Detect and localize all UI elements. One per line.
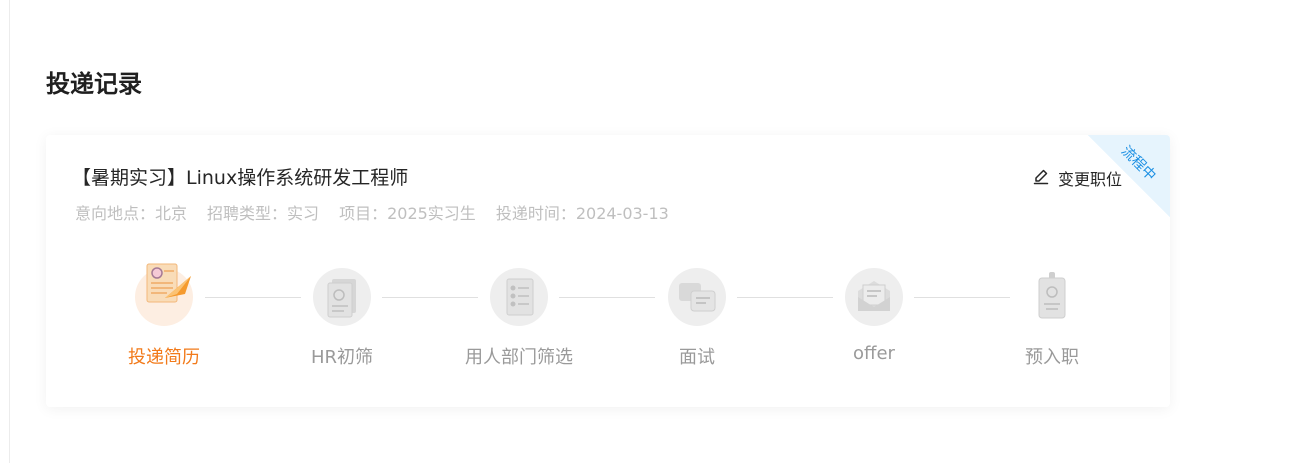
- step-submit-resume: 投递简历: [94, 263, 234, 369]
- meta-recruit-type: 招聘类型：实习: [207, 204, 320, 223]
- resume-submit-icon: [135, 263, 193, 326]
- job-meta: 意向地点：北京 招聘类型：实习 项目：2025实习生 投递时间：2024-03-…: [75, 203, 669, 225]
- interview-icon: [668, 268, 726, 326]
- offer-icon: [845, 268, 903, 326]
- step-label: HR初筛: [310, 347, 374, 368]
- meta-submit-time: 投递时间：2024-03-13: [495, 204, 669, 223]
- department-screen-icon: [490, 268, 548, 326]
- step-pre-onboarding: 预入职: [982, 268, 1122, 369]
- step-offer: offer: [804, 268, 944, 364]
- step-label: 投递简历: [128, 347, 200, 368]
- application-card: 流程中 【暑期实习】Linux操作系统研发工程师 变更职位 意向地点：北京 招聘…: [46, 135, 1170, 407]
- change-position-button[interactable]: 变更职位: [1032, 165, 1122, 191]
- change-position-label: 变更职位: [1057, 170, 1122, 189]
- left-divider: [9, 0, 10, 463]
- step-label: 面试: [679, 347, 715, 368]
- step-label: 预入职: [1025, 347, 1079, 368]
- meta-project: 项目：2025实习生: [339, 204, 476, 223]
- application-records-page: 投递记录 流程中 【暑期实习】Linux操作系统研发工程师 变更职位 意向地点：…: [0, 0, 1308, 463]
- step-hr-screen: HR初筛: [272, 268, 412, 369]
- edit-icon: [1032, 167, 1050, 189]
- step-label: 用人部门筛选: [465, 347, 573, 368]
- meta-location: 意向地点：北京: [75, 204, 188, 223]
- step-department-screen: 用人部门筛选: [449, 268, 589, 369]
- pre-onboarding-icon: [1023, 268, 1081, 326]
- step-label: offer: [853, 343, 895, 364]
- process-steps: 投递简历 HR初筛 用人部门筛选 面试 offer 预入职: [46, 263, 1170, 375]
- page-title: 投递记录: [46, 70, 142, 98]
- step-interview: 面试: [627, 268, 767, 369]
- hr-screen-icon: [313, 268, 371, 326]
- job-title: 【暑期实习】Linux操作系统研发工程师: [72, 167, 409, 189]
